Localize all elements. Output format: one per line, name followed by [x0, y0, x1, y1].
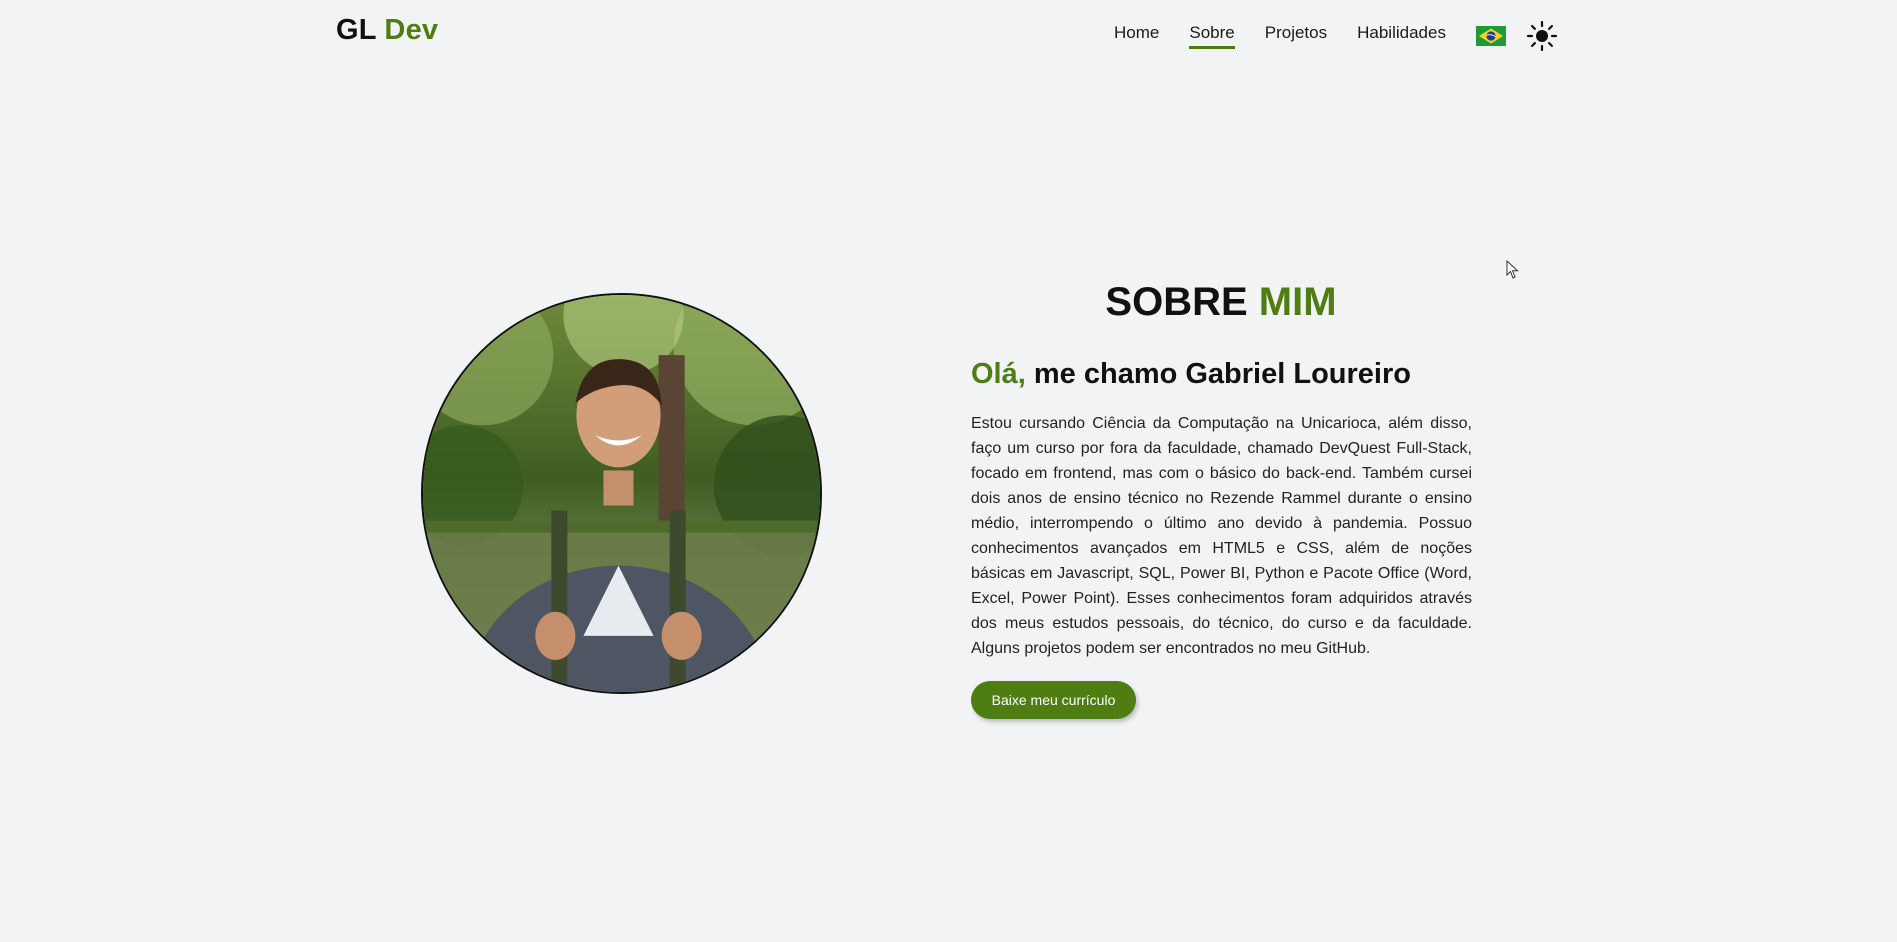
greeting-rest: me chamo Gabriel Loureiro [1033, 358, 1411, 390]
bio-paragraph: Estou cursando Ciência da Computação na … [971, 415, 1472, 657]
section-title-accent: MIM [1258, 280, 1337, 324]
greeting-heading: Olá, me chamo Gabriel Loureiro [971, 358, 1411, 391]
profile-photo [421, 293, 822, 694]
download-cv-button[interactable]: Baixe meu currículo [971, 681, 1136, 719]
page: GL Dev Home Sobre Projetos Habilidades S… [0, 0, 1897, 942]
brazil-flag-icon[interactable] [1475, 26, 1506, 46]
section-title-main: SOBRE [1105, 280, 1248, 324]
greeting-accent: Olá, [971, 358, 1026, 390]
nav-habilidades[interactable]: Habilidades [1357, 23, 1446, 49]
nav-sobre[interactable]: Sobre [1189, 23, 1235, 49]
logo-accent-text: Dev [384, 14, 439, 46]
sun-icon[interactable] [1526, 20, 1558, 52]
main-nav: Home Sobre Projetos Habilidades [1114, 20, 1558, 52]
logo-main-text: GL [336, 14, 377, 46]
section-title: SOBRE MIM [971, 280, 1471, 325]
nav-projetos[interactable]: Projetos [1265, 23, 1327, 49]
site-logo[interactable]: GL Dev [336, 14, 438, 47]
nav-home[interactable]: Home [1114, 23, 1159, 49]
mouse-cursor-icon [1506, 260, 1519, 279]
